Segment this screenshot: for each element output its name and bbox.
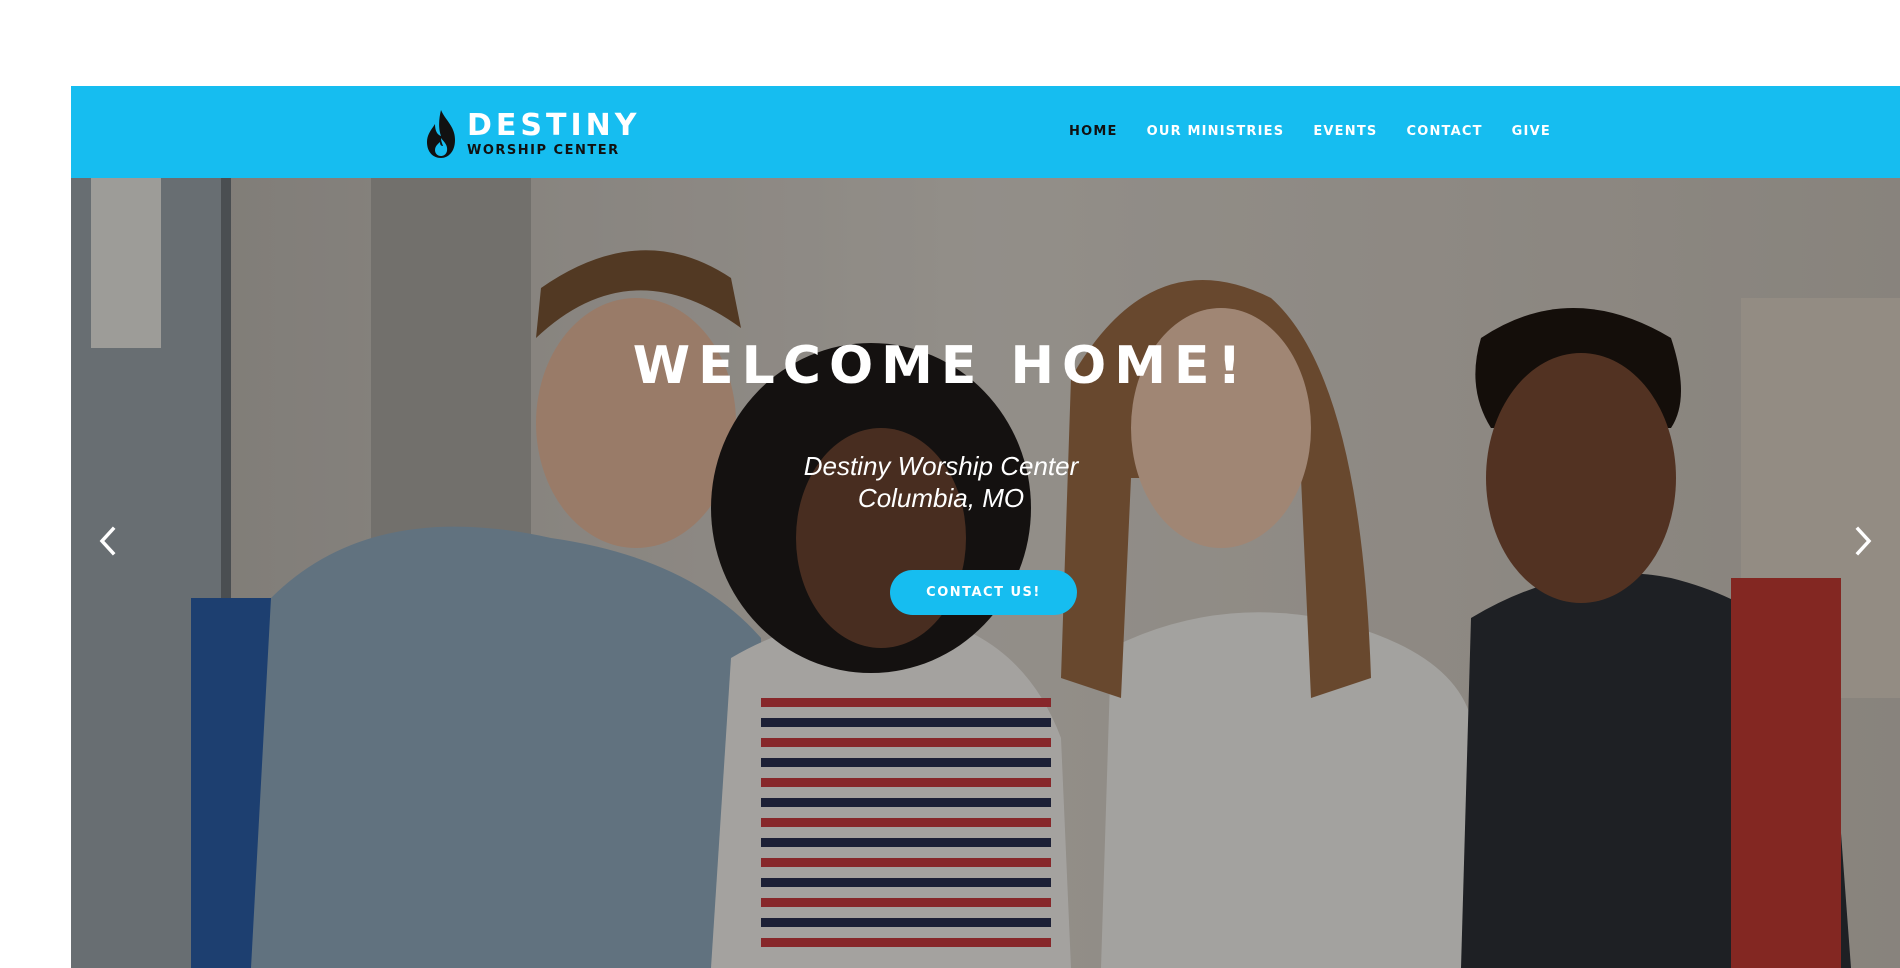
logo-subtitle: WORSHIP CENTER [467,143,620,158]
nav-item-our-ministries[interactable]: OUR MINISTRIES [1147,124,1285,139]
hero-slider: WELCOME HOME! Destiny Worship Center Col… [71,178,1900,968]
logo-title: DESTINY [467,108,641,143]
page-frame: DESTINY WORSHIP CENTER HOME OUR MINISTRI… [71,86,1900,968]
flame-icon [427,110,455,158]
hero-subtitle-line1: Destiny Worship Center [803,451,1079,481]
main-nav: HOME OUR MINISTRIES EVENTS CONTACT GIVE [1069,124,1551,139]
site-logo[interactable]: DESTINY WORSHIP CENTER [423,108,640,160]
hero-subtitle-line2: Columbia, MO [857,483,1025,513]
logo-text: DESTINY WORSHIP CENTER [467,108,641,158]
nav-item-contact[interactable]: CONTACT [1406,124,1482,139]
site-header: DESTINY WORSHIP CENTER HOME OUR MINISTRI… [71,86,1900,178]
chevron-right-icon [1855,526,1872,556]
nav-item-home[interactable]: HOME [1069,124,1118,139]
nav-item-events[interactable]: EVENTS [1313,124,1377,139]
slider-prev-button[interactable] [89,517,125,565]
chevron-left-icon [99,526,116,556]
contact-us-button[interactable]: CONTACT US! [890,570,1077,615]
hero-subtitle: Destiny Worship Center Columbia, MO [71,450,1811,514]
nav-item-give[interactable]: GIVE [1512,124,1551,139]
slider-next-button[interactable] [1846,517,1882,565]
hero-title: WELCOME HOME! [632,336,1250,396]
